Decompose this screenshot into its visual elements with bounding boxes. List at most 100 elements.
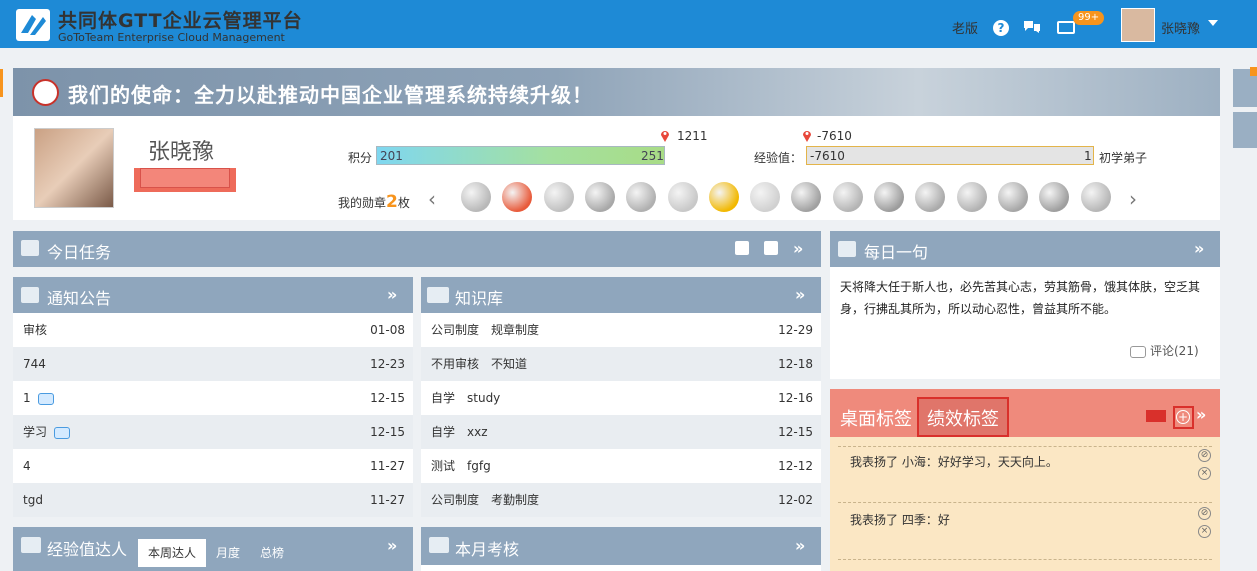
notice-title[interactable]: 学习 (23, 415, 47, 449)
play-icon[interactable] (735, 241, 749, 255)
tag-divider (838, 502, 1212, 503)
chevron-down-icon[interactable] (1208, 20, 1218, 26)
knowledge-more[interactable]: » (795, 285, 805, 304)
calendar-view-icon[interactable] (764, 241, 778, 255)
notice-date: 01-08 (370, 323, 405, 337)
medal-icon[interactable] (956, 182, 987, 212)
medal-icon[interactable] (667, 182, 698, 212)
tab-this-week[interactable]: 本周达人 (138, 539, 207, 567)
knowledge-date: 12-16 (778, 391, 813, 405)
medal-icon[interactable] (1039, 182, 1070, 212)
notices-list: 审核 01-08 744 12-23 1 12-15 学习 12-15 4 11-27 tgd 11-… (13, 313, 413, 517)
knowledge-category[interactable]: 测试 (431, 449, 455, 483)
medal-icon[interactable] (750, 182, 781, 212)
quote-comments-link[interactable]: 评论(21) (1130, 342, 1199, 359)
medal-count-label: 我的勋章2枚 (338, 192, 410, 212)
tags-more[interactable]: » (1196, 405, 1206, 424)
tab-desktop-tags[interactable]: 桌面标签 (840, 405, 912, 431)
notice-date: 12-23 (370, 357, 405, 371)
pencil-icon[interactable] (1146, 410, 1166, 422)
list-icon (429, 537, 449, 553)
side-tab-badge (1250, 67, 1257, 76)
tag-item: 我表扬了 小海：好好学习，天天向上。 (850, 455, 1058, 469)
notice-row[interactable]: 1 12-15 (13, 381, 413, 415)
knowledge-category[interactable]: 公司制度 (431, 313, 479, 347)
profile-avatar[interactable] (34, 128, 114, 208)
exp-marker: -7610 (817, 129, 852, 143)
monthly-review-more[interactable]: » (795, 536, 805, 555)
exp-masters-more[interactable]: » (387, 536, 397, 555)
edit-icon[interactable]: ⊘ (1198, 449, 1211, 462)
daily-quote-more[interactable]: » (1194, 239, 1204, 258)
profile-name: 张晓豫 (148, 140, 215, 165)
notice-row[interactable]: 学习 12-15 (13, 415, 413, 449)
medal-icon[interactable] (708, 182, 739, 212)
notice-title[interactable]: 1 (23, 381, 31, 415)
notices-more[interactable]: » (387, 285, 397, 304)
help-icon[interactable]: ? (993, 20, 1009, 36)
knowledge-row[interactable]: 公司制度 考勤制度 12-02 (421, 483, 821, 517)
tab-all-time[interactable]: 总榜 (250, 539, 294, 567)
speaker-icon (21, 287, 39, 303)
knowledge-category[interactable]: 自学 (431, 381, 455, 415)
notice-row[interactable]: 审核 01-08 (13, 313, 413, 347)
mail-icon[interactable] (1057, 21, 1075, 34)
knowledge-category[interactable]: 公司制度 (431, 483, 479, 517)
logo-icon[interactable] (16, 9, 50, 41)
graduation-cap-icon (427, 287, 449, 303)
edit-icon[interactable]: ⊘ (1198, 507, 1211, 520)
knowledge-title[interactable]: 不知道 (491, 347, 527, 381)
knowledge-title[interactable]: 规章制度 (491, 313, 539, 347)
medal-icon[interactable] (461, 182, 491, 212)
close-icon[interactable]: × (1198, 525, 1211, 538)
points-current: 201 (380, 149, 403, 163)
feedback-icon[interactable] (1023, 19, 1041, 35)
medal-prev-button[interactable]: ‹ (428, 187, 436, 211)
header-avatar[interactable] (1121, 8, 1155, 42)
notice-title[interactable]: 744 (23, 347, 46, 381)
notice-row[interactable]: 744 12-23 (13, 347, 413, 381)
knowledge-category[interactable]: 自学 (431, 415, 455, 449)
header-user-name[interactable]: 张晓豫 (1161, 18, 1200, 37)
medal-icon[interactable] (997, 182, 1028, 212)
tab-monthly[interactable]: 月度 (206, 539, 250, 567)
medal-icon[interactable] (626, 182, 657, 212)
medal-icon[interactable] (874, 182, 904, 212)
exp-current: -7610 (810, 149, 845, 163)
side-chat-tab[interactable] (1233, 112, 1257, 148)
comment-icon (54, 427, 70, 439)
rank-ribbon-bar (140, 168, 230, 188)
knowledge-row[interactable]: 自学 study 12-16 (421, 381, 821, 415)
knowledge-category[interactable]: 不用审核 (431, 347, 479, 381)
comment-icon (1130, 345, 1146, 358)
notice-title[interactable]: tgd (23, 483, 43, 517)
medal-icon[interactable] (543, 182, 574, 212)
knowledge-title[interactable]: fgfg (467, 449, 491, 483)
mail-count-badge: 99+ (1073, 11, 1105, 25)
knowledge-title[interactable]: study (467, 381, 500, 415)
knowledge-date: 12-18 (778, 357, 813, 371)
tab-performance-tags[interactable]: 绩效标签 (917, 397, 1009, 437)
notice-title[interactable]: 审核 (23, 313, 47, 347)
knowledge-row[interactable]: 不用审核 不知道 12-18 (421, 347, 821, 381)
knowledge-title[interactable]: xxz (467, 415, 488, 449)
old-version-link[interactable]: 老版 (952, 18, 978, 37)
medal-icon[interactable] (1080, 182, 1111, 212)
notice-row[interactable]: tgd 11-27 (13, 483, 413, 517)
daily-quote-text: 天将降大任于斯人也，必先苦其心志，劳其筋骨，饿其体肤，空乏其身，行拂乱其所为，所… (840, 280, 1201, 316)
knowledge-row[interactable]: 测试 fgfg 12-12 (421, 449, 821, 483)
close-icon[interactable]: × (1198, 467, 1211, 480)
monthly-review-body (421, 565, 821, 571)
plus-circle-icon[interactable]: + (1176, 410, 1190, 424)
medal-next-button[interactable]: › (1129, 187, 1137, 211)
knowledge-row[interactable]: 公司制度 规章制度 12-29 (421, 313, 821, 347)
medal-icon[interactable] (832, 182, 863, 212)
medal-icon[interactable] (584, 182, 615, 212)
today-tasks-more[interactable]: » (793, 239, 803, 258)
app-title: 共同体GTT企业云管理平台 (58, 10, 303, 32)
notice-title[interactable]: 4 (23, 449, 31, 483)
notice-row[interactable]: 4 11-27 (13, 449, 413, 483)
knowledge-title[interactable]: 考勤制度 (491, 483, 539, 517)
knowledge-row[interactable]: 自学 xxz 12-15 (421, 415, 821, 449)
points-next: 251 (641, 149, 664, 163)
